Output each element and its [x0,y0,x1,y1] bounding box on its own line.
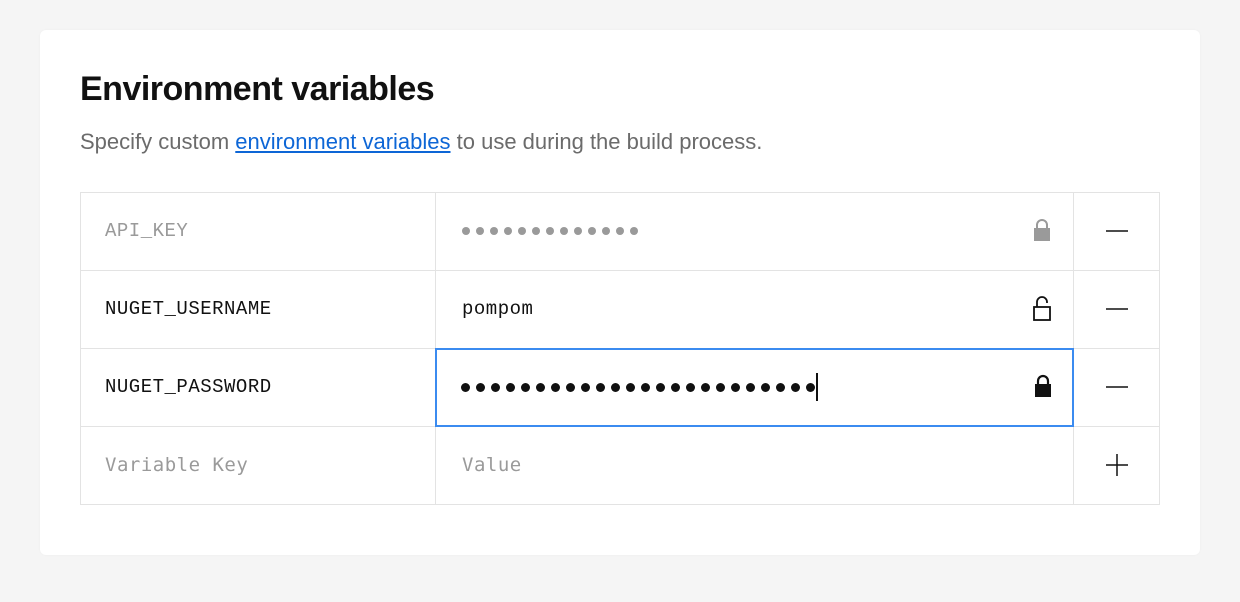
env-value-masked [461,373,1020,401]
lock-toggle[interactable] [1019,295,1053,323]
minus-icon [1104,374,1130,400]
text-cursor [816,373,818,401]
env-variables-card: Environment variables Specify custom env… [40,30,1200,555]
env-key: NUGET_PASSWORD [105,376,411,398]
plus-icon [1104,452,1130,478]
env-row: NUGET_USERNAME pompom [81,270,1159,348]
env-value: pompom [462,298,1019,320]
lock-toggle[interactable] [1020,374,1054,400]
new-value-input[interactable] [462,454,1053,476]
remove-row-button[interactable] [1073,349,1159,426]
env-row: API_KEY [81,192,1159,270]
value-cell[interactable] [436,427,1073,504]
description-suffix: to use during the build process. [451,129,763,154]
section-description: Specify custom environment variables to … [80,127,1160,158]
key-cell[interactable] [81,427,436,504]
minus-icon [1104,296,1130,322]
value-cell[interactable] [436,193,1073,270]
key-cell[interactable]: API_KEY [81,193,436,270]
lock-icon [1031,218,1053,244]
section-heading: Environment variables [80,70,1160,109]
value-cell[interactable]: pompom [436,271,1073,348]
remove-row-button[interactable] [1073,193,1159,270]
description-prefix: Specify custom [80,129,235,154]
lock-toggle[interactable] [1019,218,1053,244]
env-value-masked [462,227,1019,235]
env-variables-link[interactable]: environment variables [235,129,450,154]
key-cell[interactable]: NUGET_PASSWORD [81,349,436,426]
env-key: API_KEY [105,220,411,242]
unlock-icon [1031,295,1053,323]
new-key-input[interactable] [105,454,411,476]
remove-row-button[interactable] [1073,271,1159,348]
lock-icon [1032,374,1054,400]
env-row-new [81,426,1159,504]
value-cell[interactable] [435,348,1074,427]
minus-icon [1104,218,1130,244]
add-row-button[interactable] [1073,427,1159,504]
env-variables-table: API_KEY [80,192,1160,505]
env-row: NUGET_PASSWORD [81,348,1159,426]
env-key: NUGET_USERNAME [105,298,411,320]
key-cell[interactable]: NUGET_USERNAME [81,271,436,348]
